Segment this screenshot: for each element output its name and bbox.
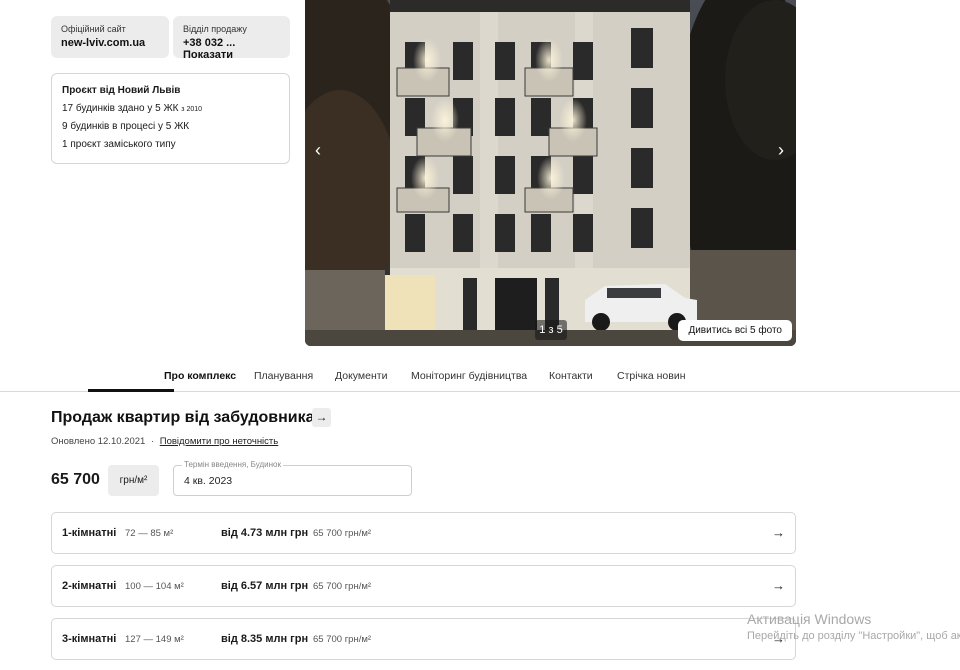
completion-term-value: 4 кв. 2023 xyxy=(184,475,233,487)
sales-section-title: Продаж квартир від забудовника xyxy=(51,409,315,426)
photo-gallery[interactable]: ‹ › 1 з 5 Дивитись всі 5 фото xyxy=(305,0,796,346)
tab-contacts[interactable]: Контакти xyxy=(549,370,593,382)
apartment-price-from: від 8.35 млн грн xyxy=(221,633,309,645)
price-per-m2: 65 700 xyxy=(51,471,100,488)
country-projects: 1 проєкт заміського типу xyxy=(62,139,176,150)
official-site-link[interactable]: new-lviv.com.ua xyxy=(61,37,159,49)
apartment-rooms: 1-кімнатні xyxy=(62,527,117,539)
separator-dot: · xyxy=(150,436,155,447)
sales-dept-box[interactable]: Відділ продажу +38 032 ... Показати xyxy=(173,16,290,61)
buildings-delivered-text: 17 будинків здано у 5 ЖК xyxy=(62,103,179,114)
developer-title: Проєкт від Новий Львів xyxy=(62,85,181,96)
updated-line: Оновлено 12.10.2021 · Повідомити про нет… xyxy=(51,436,278,447)
unit-toggle-button[interactable]: грн/м² xyxy=(108,465,159,496)
arrow-right-icon: → xyxy=(772,578,785,593)
arrow-right-icon: → xyxy=(772,525,785,540)
buildings-in-progress: 9 будинків в процесі у 5 ЖК xyxy=(62,121,190,132)
arrow-right-icon: → xyxy=(772,631,785,646)
sales-section-arrow-button[interactable]: → xyxy=(312,408,331,427)
apartment-price-per-m2: 65 700 грн/м² xyxy=(313,528,372,539)
apartment-row-1-room[interactable]: 1-кімнатні 72 — 85 м² від 4.73 млн грн 6… xyxy=(51,512,796,554)
apartment-area: 72 — 85 м² xyxy=(125,528,174,539)
buildings-delivered: 17 будинків здано у 5 ЖК з 2010 xyxy=(62,103,279,114)
updated-date: Оновлено 12.10.2021 xyxy=(51,436,146,447)
report-inaccuracy-link[interactable]: Повідомити про неточність xyxy=(160,436,278,447)
tab-news-feed[interactable]: Стрічка новин xyxy=(617,370,686,382)
apartment-row-2-room[interactable]: 2-кімнатні 100 — 104 м² від 6.57 млн грн… xyxy=(51,565,796,607)
show-phone-button[interactable]: +38 032 ... Показати xyxy=(183,37,280,61)
section-tabs: Про комплекс Планування Документи Моніто… xyxy=(0,362,960,392)
completion-term-label: Термін введення, Будинок xyxy=(182,460,283,469)
completion-term-select[interactable]: Термін введення, Будинок 4 кв. 2023 xyxy=(173,460,412,496)
tab-construction-monitoring[interactable]: Моніторинг будівництва xyxy=(411,370,527,382)
apartment-area: 100 — 104 м² xyxy=(125,581,184,592)
gallery-next-arrow-icon[interactable]: › xyxy=(778,140,784,160)
apartment-price-from: від 6.57 млн грн xyxy=(221,580,309,592)
tab-about-complex[interactable]: Про комплекс xyxy=(164,370,236,382)
developer-project-card: Проєкт від Новий Львів 17 будинків здано… xyxy=(51,73,290,164)
official-site-label: Офіційний сайт xyxy=(61,24,126,34)
tab-plans[interactable]: Планування xyxy=(254,370,313,382)
apartment-rooms: 2-кімнатні xyxy=(62,580,117,592)
apartment-price-per-m2: 65 700 грн/м² xyxy=(313,581,372,592)
apartment-rooms: 3-кімнатні xyxy=(62,633,117,645)
sales-dept-label: Відділ продажу xyxy=(183,24,247,34)
apartment-area: 127 — 149 м² xyxy=(125,634,184,645)
buildings-delivered-since: з 2010 xyxy=(181,106,203,113)
tab-documents[interactable]: Документи xyxy=(335,370,387,382)
apartment-price-from: від 4.73 млн грн xyxy=(221,527,309,539)
gallery-counter: 1 з 5 xyxy=(535,320,567,340)
apartment-row-3-room[interactable]: 3-кімнатні 127 — 149 м² від 8.35 млн грн… xyxy=(51,618,796,660)
gallery-prev-arrow-icon[interactable]: ‹ xyxy=(315,140,321,160)
apartment-price-per-m2: 65 700 грн/м² xyxy=(313,634,372,645)
official-site-box[interactable]: Офіційний сайт new-lviv.com.ua xyxy=(51,16,169,58)
active-tab-indicator xyxy=(88,389,174,392)
view-all-photos-button[interactable]: Дивитись всі 5 фото xyxy=(678,320,792,341)
building-photo xyxy=(305,0,796,346)
